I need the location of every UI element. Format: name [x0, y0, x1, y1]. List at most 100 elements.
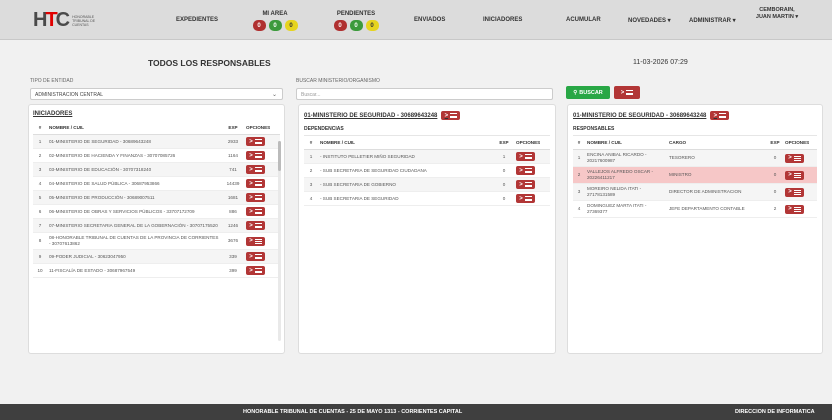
search-label: BUSCAR MINISTERIO/ORGANISMO — [296, 78, 380, 84]
row-name[interactable]: - SUB SECRETARIA DE SEGURIDAD — [318, 191, 494, 206]
col-opciones: OPCIONES — [244, 121, 280, 135]
table-row[interactable]: 8 08-HONORABLE TRIBUNAL DE CUENTAS DE LA … — [33, 232, 280, 250]
row-options-button[interactable]: > — [246, 179, 265, 188]
list-icon — [254, 238, 262, 244]
user-menu[interactable]: CEMBORAIN, JUAN MARTIN ▾ — [752, 7, 802, 21]
row-name[interactable]: DOMINGUEZ MARTA ITATI - 27369377 — [585, 200, 667, 218]
row-name[interactable]: - SUB SECRETARIA DE SEGURIDAD CIUDADANA — [318, 163, 494, 178]
row-options-button[interactable]: > — [246, 221, 265, 230]
entity-type-select[interactable]: ADMINISTRACION CENTRAL ⌄ — [30, 88, 283, 100]
row-name[interactable]: 06-MINISTERIO DE OBRAS Y SERVICIOS PÚBLI… — [47, 204, 222, 219]
row-options-button[interactable]: > — [246, 207, 265, 216]
nav-novedades-dropdown[interactable]: NOVEDADES — [628, 17, 671, 24]
row-name[interactable]: - INSTITUTO PELLETIER MIÑO SEGURIDAD — [318, 149, 494, 164]
scrollbar-thumb[interactable] — [278, 141, 281, 171]
table-row[interactable]: 2- SUB SECRETARIA DE SEGURIDAD CIUDADANA… — [304, 163, 550, 178]
nav-pendientes[interactable]: PENDIENTES 0 0 0 — [330, 11, 382, 31]
table-row[interactable]: 1 ENCINA ANIBAL RICARDO - 20217600987 TESO… — [573, 149, 817, 167]
table-row[interactable]: 7 07-MINISTERIO SECRETARIA GENERAL DE LA … — [33, 218, 280, 233]
table-row[interactable]: 9 09-PODER JUDICIAL - 30623047950 339 > — [33, 249, 280, 264]
col-exp: EXP — [767, 136, 783, 150]
table-row[interactable]: 3 03-MINISTERIO DE EDUCACIÓN - 3070731824… — [33, 162, 280, 177]
table-row[interactable]: 1 01-MINISTERIO DE SEGURIDAD - 3068964324… — [33, 134, 280, 149]
search-button[interactable]: ⚲ BUSCAR — [566, 86, 610, 99]
row-name[interactable]: 04-MINISTERIO DE SALUD PÚBLICA - 3068795… — [47, 176, 222, 191]
search-options-button[interactable]: > — [614, 86, 640, 99]
list-icon — [254, 254, 262, 259]
row-name[interactable]: 03-MINISTERIO DE EDUCACIÓN - 30707318240 — [47, 162, 222, 177]
row-options-button[interactable]: > — [516, 152, 535, 161]
row-name[interactable]: - SUB SECRETARIA DE GOBIERNO — [318, 177, 494, 192]
row-options-button[interactable]: > — [246, 266, 265, 275]
table-row[interactable]: 2 02-MINISTERIO DE HACIENDA Y FINANZAS - … — [33, 148, 280, 163]
table-row[interactable]: 6 06-MINISTERIO DE OBRAS Y SERVICIOS PÚBL… — [33, 204, 280, 219]
row-options-button[interactable]: > — [785, 170, 804, 180]
row-options-button[interactable]: > — [516, 166, 535, 175]
row-options-button[interactable]: > — [516, 180, 535, 189]
col-nombre: NOMBRE / CUIL — [585, 136, 667, 150]
responsables-options-button[interactable]: > — [710, 111, 730, 120]
table-row[interactable]: 4- SUB SECRETARIA DE SEGURIDAD 0 > — [304, 191, 550, 206]
pendientes-badge-red[interactable]: 0 — [333, 20, 347, 31]
table-row[interactable]: 3 MOREIRO NELIDA ITATI - 27178131589 DIREC… — [573, 183, 817, 201]
search-input[interactable]: Buscar... — [296, 88, 553, 100]
row-cargo: DIRECTOR DE ADMINISTRACION — [667, 183, 767, 201]
row-options-button[interactable]: > — [246, 236, 265, 246]
top-navbar: HTC Honorable Tribunal de Cuentas EXPEDI… — [0, 0, 832, 40]
row-name[interactable]: ENCINA ANIBAL RICARDO - 20217600987 — [585, 149, 667, 167]
row-options-button[interactable]: > — [246, 165, 265, 174]
row-options-button[interactable]: > — [246, 137, 265, 146]
chevron-right-icon: > — [249, 208, 253, 215]
logo[interactable]: HTC Honorable Tribunal de Cuentas — [33, 9, 100, 32]
list-icon — [254, 181, 262, 186]
row-options-button[interactable]: > — [516, 194, 535, 203]
row-name[interactable]: 01-MINISTERIO DE SEGURIDAD - 30689643248 — [47, 134, 222, 149]
responsables-title[interactable]: 01-MINISTERIO DE SEGURIDAD - 30689643248 — [573, 113, 706, 119]
table-row[interactable]: 10 11-FISCALÍA DE ESTADO - 30687967549 399… — [33, 263, 280, 278]
table-row[interactable]: 3- SUB SECRETARIA DE GOBIERNO 0 > — [304, 177, 550, 192]
nav-administrar-dropdown[interactable]: ADMINISTRAR — [689, 17, 736, 24]
mi-area-badge-yellow[interactable]: 0 — [284, 20, 298, 31]
table-row[interactable]: 1- INSTITUTO PELLETIER MIÑO SEGURIDAD 1 > — [304, 149, 550, 164]
row-name[interactable]: 02-MINISTERIO DE HACIENDA Y FINANZAS - 3… — [47, 148, 222, 163]
row-options-button[interactable]: > — [785, 187, 804, 197]
row-options-button[interactable]: > — [246, 252, 265, 261]
search-icon: ⚲ — [573, 89, 578, 96]
row-cargo: TESORERO — [667, 149, 767, 167]
row-options-button[interactable]: > — [785, 204, 804, 214]
mi-area-badge-green[interactable]: 0 — [268, 20, 282, 31]
dependencias-title[interactable]: 01-MINISTERIO DE SEGURIDAD - 30689643248 — [304, 113, 437, 119]
row-number: 2 — [573, 166, 585, 184]
nav-iniciadores[interactable]: INICIADORES — [483, 17, 522, 23]
row-exp: 399 — [222, 263, 244, 278]
table-row[interactable]: 4 DOMINGUEZ MARTA ITATI - 27369377 JEFE DE… — [573, 200, 817, 218]
row-options-button[interactable]: > — [246, 193, 265, 202]
row-name[interactable]: 05-MINISTERIO DE PRODUCCIÓN - 3068900751… — [47, 190, 222, 205]
chevron-right-icon: > — [249, 166, 253, 173]
dependencias-options-button[interactable]: > — [441, 111, 461, 120]
row-options-button[interactable]: > — [246, 151, 265, 160]
scrollbar[interactable] — [278, 141, 281, 341]
list-icon — [524, 182, 532, 187]
table-row[interactable]: 5 05-MINISTERIO DE PRODUCCIÓN - 306890075… — [33, 190, 280, 205]
row-number: 1 — [304, 149, 318, 164]
table-row[interactable]: 4 04-MINISTERIO DE SALUD PÚBLICA - 306879… — [33, 176, 280, 191]
nav-acumular[interactable]: ACUMULAR — [566, 17, 601, 23]
nav-enviados[interactable]: ENVIADOS — [414, 17, 445, 23]
mi-area-badge-red[interactable]: 0 — [252, 20, 266, 31]
row-name[interactable]: 11-FISCALÍA DE ESTADO - 30687967549 — [47, 263, 222, 278]
col-number: # — [304, 136, 318, 150]
table-row[interactable]: 2 VALLEJOS ALFREDO OSCAR - 20226411217 MIN… — [573, 166, 817, 184]
row-name[interactable]: 07-MINISTERIO SECRETARIA GENERAL DE LA G… — [47, 218, 222, 233]
row-name[interactable]: VALLEJOS ALFREDO OSCAR - 20226411217 — [585, 166, 667, 184]
list-icon — [450, 113, 458, 118]
row-name[interactable]: 09-PODER JUDICIAL - 30623047950 — [47, 249, 222, 264]
pendientes-badge-yellow[interactable]: 0 — [365, 20, 379, 31]
row-name[interactable]: 08-HONORABLE TRIBUNAL DE CUENTAS DE LA P… — [47, 232, 222, 250]
chevron-right-icon: > — [788, 206, 792, 212]
nav-expedientes[interactable]: EXPEDIENTES — [176, 17, 218, 23]
pendientes-badge-green[interactable]: 0 — [349, 20, 363, 31]
nav-mi-area[interactable]: MI AREA 0 0 0 — [250, 11, 300, 31]
row-options-button[interactable]: > — [785, 153, 804, 163]
row-name[interactable]: MOREIRO NELIDA ITATI - 27178131589 — [585, 183, 667, 201]
